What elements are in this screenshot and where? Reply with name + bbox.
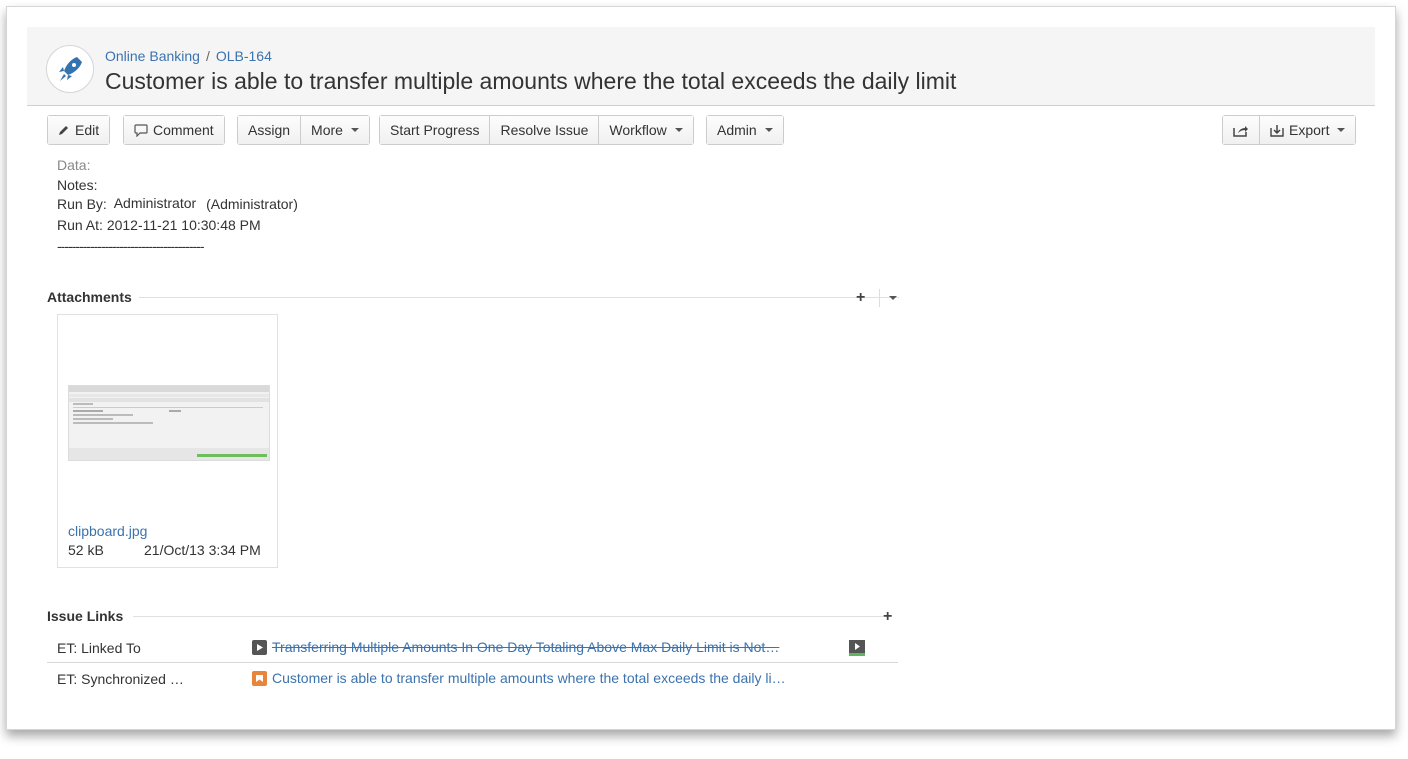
attachments-options-chevron-down-icon[interactable] [889,296,897,300]
run-at-row: Run At: 2012-11-21 10:30:48 PM [57,217,261,233]
share-export-group: Export [1222,115,1357,145]
screenshot-thumbnail-image [69,386,269,460]
breadcrumb: Online Banking / OLB-164 [105,48,272,64]
attachments-divider [139,297,899,298]
download-icon [1270,124,1284,137]
comment-group: Comment [123,115,225,145]
workflow-button[interactable]: Workflow [598,116,693,144]
chevron-down-icon [350,128,359,132]
add-attachment-plus-icon[interactable]: + [856,290,865,306]
run-by-row: Run By: Administrator (Administrator) [57,195,298,212]
comment-button[interactable]: Comment [124,116,224,144]
add-link-plus-icon[interactable]: + [883,609,892,625]
assign-button[interactable]: Assign [238,116,301,144]
linked-issue-link[interactable]: Transferring Multiple Amounts In One Day… [272,639,802,655]
project-avatar[interactable] [46,45,94,93]
more-label: More [311,122,343,138]
run-by-paren: (Administrator) [206,196,298,212]
attachments-heading: Attachments [47,289,132,305]
speech-bubble-icon [134,123,148,137]
synchronized-issue-link[interactable]: Customer is able to transfer multiple am… [272,670,802,686]
breadcrumb-issue-link[interactable]: OLB-164 [216,48,272,64]
attachment-thumbnail[interactable] [68,385,270,461]
attachment-date: 21/Oct/13 3:34 PM [144,542,261,558]
issue-title: Customer is able to transfer multiple am… [105,68,957,94]
assign-label: Assign [248,122,291,138]
run-by-value: Administrator [113,195,197,211]
attachments-action-separator [879,289,880,307]
export-button[interactable]: Export [1259,116,1356,144]
chevron-down-icon [674,128,683,132]
start-progress-label: Start Progress [390,122,480,138]
attachment-filename-link[interactable]: clipboard.jpg [68,523,147,539]
run-at-value: 2012-11-21 10:30:48 PM [106,217,261,233]
workflow-group: Start Progress Resolve Issue Workflow [379,115,694,145]
attachment-size: 52 kB [68,542,104,558]
start-progress-button[interactable]: Start Progress [380,116,490,144]
test-issue-type-icon [252,640,267,655]
admin-label: Admin [717,122,757,138]
details-divider: ---------------------------------------- [57,238,204,254]
run-by-label: Run By: [57,196,107,212]
edit-group: Edit [47,115,111,145]
notes-label: Notes: [57,177,98,193]
data-label: Data: [57,157,91,173]
rocket-icon [59,57,82,81]
more-button[interactable]: More [300,116,369,144]
issue-links-heading: Issue Links [47,608,124,624]
chevron-down-icon [1337,128,1346,132]
edit-label: Edit [75,122,100,138]
comment-label: Comment [153,122,214,138]
issue-header: Online Banking / OLB-164 Customer is able … [27,27,1375,106]
issue-view: Online Banking / OLB-164 Customer is able … [6,6,1396,730]
admin-group: Admin [706,115,784,145]
story-issue-type-icon [252,671,267,686]
issue-toolbar: Edit Comment Assign More Start Progress … [47,115,1357,145]
chevron-down-icon [764,128,773,132]
resolve-issue-button[interactable]: Resolve Issue [489,116,599,144]
admin-button[interactable]: Admin [707,116,783,144]
attachment-card[interactable]: clipboard.jpg 52 kB 21/Oct/13 3:34 PM [57,314,278,568]
breadcrumb-separator: / [205,48,210,64]
breadcrumb-project-link[interactable]: Online Banking [105,48,200,64]
issue-links-divider [133,616,883,617]
link-type: ET: Linked To [57,640,141,656]
issue-link-row: ET: Synchronized … Customer is able to t… [47,663,898,693]
assign-more-group: Assign More [237,115,370,145]
pencil-icon [59,126,68,135]
link-type: ET: Synchronized … [57,671,184,687]
edit-button[interactable]: Edit [48,116,110,144]
resolve-issue-label: Resolve Issue [500,122,589,138]
workflow-label: Workflow [609,122,667,138]
export-label: Export [1289,122,1330,138]
execute-test-play-icon[interactable] [849,640,865,656]
issue-link-row: ET: Linked To Transferring Multiple Amou… [47,632,898,663]
share-button[interactable] [1223,116,1259,144]
share-icon [1233,125,1248,137]
run-at-label: Run At: [57,217,103,233]
